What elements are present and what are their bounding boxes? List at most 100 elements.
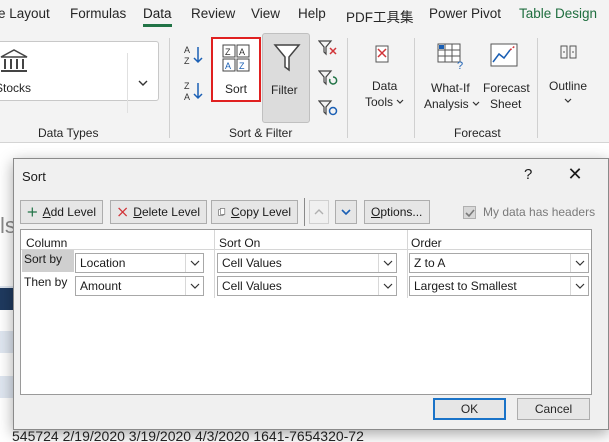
data-tools-icon[interactable] <box>372 44 394 68</box>
stocks-label: Stocks <box>0 81 32 95</box>
svg-text:?: ? <box>457 60 463 70</box>
then-by-column-select[interactable]: Amount <box>75 276 204 296</box>
sort-descending-icon[interactable]: Z A <box>183 80 205 102</box>
add-level-label: dd Level <box>50 205 96 219</box>
tab-view[interactable]: View <box>251 6 280 21</box>
what-if-label-2: Analysis <box>424 97 469 111</box>
clear-filter-icon[interactable] <box>318 39 338 57</box>
filter-label: Filter <box>271 83 298 97</box>
chevron-down-icon <box>341 209 351 216</box>
toolbar-separator <box>304 198 305 226</box>
advanced-filter-icon[interactable] <box>318 99 338 117</box>
group-label-sort-filter: Sort & Filter <box>229 126 293 140</box>
my-data-has-headers-label: My data has headers <box>483 205 596 219</box>
copy-level-key: C <box>230 205 240 219</box>
ribbon-separator <box>414 38 415 138</box>
chevron-down-icon <box>378 277 396 295</box>
group-label-data-types: Data Types <box>38 126 99 140</box>
forecast-sheet-icon[interactable] <box>490 42 520 70</box>
chevron-down-icon <box>570 277 588 295</box>
copy-level-label: opy Level <box>239 205 291 219</box>
tab-page-layout[interactable]: e Layout <box>0 6 50 21</box>
sort-label: Sort <box>225 82 248 96</box>
svg-text:A: A <box>184 92 190 102</box>
outline-icon[interactable] <box>559 44 579 62</box>
chevron-down-icon <box>185 254 203 272</box>
chevron-down-icon <box>472 101 480 106</box>
group-label-forecast: Forecast <box>454 126 501 140</box>
data-types-dropdown[interactable] <box>127 53 157 113</box>
sort-by-sort-on-value: Cell Values <box>222 256 282 270</box>
then-by-sort-on-select[interactable]: Cell Values <box>217 276 397 296</box>
ok-button[interactable]: OK <box>433 398 506 420</box>
then-by-sort-on-value: Cell Values <box>222 279 282 293</box>
chevron-down-icon <box>378 254 396 272</box>
chevron-down-icon <box>396 99 404 104</box>
add-level-key: A <box>42 205 51 219</box>
then-by-order-select[interactable]: Largest to Smallest <box>409 276 589 296</box>
order-header: Order <box>411 236 442 250</box>
outline-label: Outline <box>549 79 588 93</box>
ribbon-separator <box>537 38 538 138</box>
close-button[interactable]: ✕ <box>565 164 585 185</box>
svg-text:Z: Z <box>225 47 231 57</box>
sort-button[interactable]: Z A A Z Sort <box>211 37 261 102</box>
help-button[interactable]: ? <box>524 166 532 183</box>
move-up-button[interactable] <box>309 200 329 224</box>
what-if-analysis-icon[interactable]: ? <box>437 42 467 70</box>
then-by-label: Then by <box>24 275 68 289</box>
svg-text:A: A <box>239 47 245 57</box>
tab-pdf-tools[interactable]: PDF工具集 <box>346 6 414 26</box>
forecast-sheet-label-2: Sheet <box>490 97 522 111</box>
sheet-header-stripe <box>0 288 14 310</box>
svg-text:A: A <box>225 61 231 71</box>
sheet-bottom-row-text: 545724 2/19/2020 3/19/2020 4/3/2020 1641… <box>12 428 364 442</box>
grid-divider <box>214 230 215 298</box>
tab-power-pivot[interactable]: Power Pivot <box>429 6 501 21</box>
chevron-down-icon <box>564 98 572 103</box>
sort-ascending-icon[interactable]: A Z <box>183 44 205 66</box>
delete-level-button[interactable]: Delete Level <box>110 200 207 224</box>
reapply-filter-icon[interactable] <box>318 69 338 87</box>
sort-by-order-value: Z to A <box>414 256 446 270</box>
filter-icon <box>273 44 301 72</box>
sort-icon: Z A A Z <box>222 44 250 72</box>
delete-level-key: D <box>133 205 142 219</box>
tab-data[interactable]: Data <box>143 6 172 27</box>
checkmark-icon <box>465 209 475 218</box>
grid-divider <box>407 230 408 298</box>
add-level-button[interactable]: Add Level <box>20 200 103 224</box>
data-types-gallery[interactable]: Stocks <box>0 41 159 113</box>
plus-icon <box>27 207 37 217</box>
options-button[interactable]: Options... <box>364 200 430 224</box>
ribbon-tabs: e Layout Formulas Data Review View Help … <box>0 0 609 30</box>
ribbon-separator <box>169 38 170 138</box>
stocks-icon <box>0 49 28 72</box>
tab-review[interactable]: Review <box>191 6 235 21</box>
delete-x-icon <box>118 207 128 217</box>
copy-level-button[interactable]: Copy Level <box>211 200 298 224</box>
sort-by-label: Sort by <box>24 252 63 266</box>
tab-table-design[interactable]: Table Design <box>519 6 597 21</box>
tab-help[interactable]: Help <box>298 6 326 21</box>
then-by-order-value: Largest to Smallest <box>414 279 517 293</box>
sort-by-order-select[interactable]: Z to A <box>409 253 589 273</box>
svg-text:A: A <box>184 45 190 55</box>
then-by-column-value: Amount <box>80 279 122 293</box>
svg-text:Z: Z <box>184 81 190 91</box>
chevron-down-icon <box>185 277 203 295</box>
sort-by-sort-on-select[interactable]: Cell Values <box>217 253 397 273</box>
move-down-button[interactable] <box>335 200 357 224</box>
chevron-down-icon <box>570 254 588 272</box>
delete-level-label: elete Level <box>141 205 200 219</box>
sort-by-column-select[interactable]: Location <box>75 253 204 273</box>
options-key: O <box>371 205 381 219</box>
filter-button[interactable]: Filter <box>262 33 310 123</box>
my-data-has-headers-checkbox[interactable] <box>463 206 476 219</box>
sort-dialog: Sort ? ✕ Add Level Delete Level Copy Lev… <box>13 158 609 430</box>
svg-text:Z: Z <box>184 56 190 66</box>
what-if-label-1: What-If <box>431 81 470 95</box>
cancel-button[interactable]: Cancel <box>517 398 590 420</box>
column-header: Column <box>26 236 68 250</box>
tab-formulas[interactable]: Formulas <box>70 6 126 21</box>
